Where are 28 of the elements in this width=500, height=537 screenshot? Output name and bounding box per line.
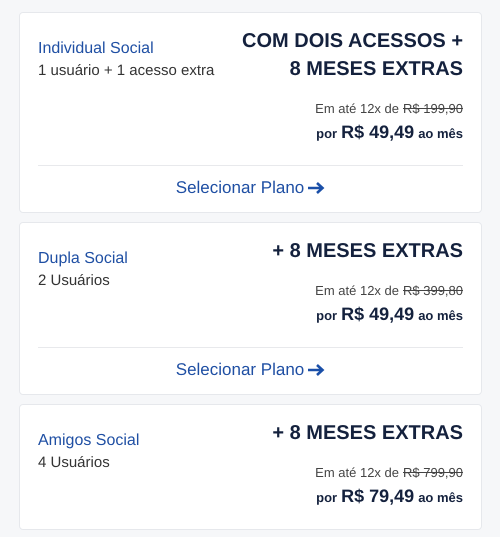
price-suffix: ao mês bbox=[418, 308, 463, 323]
plan-headline: + 8 MESES EXTRAS bbox=[272, 421, 463, 446]
plan-name: Individual Social bbox=[38, 39, 155, 59]
plan-users: 1 usuário + 1 acesso extra bbox=[38, 61, 214, 81]
price-prefix: por bbox=[316, 308, 338, 323]
plan-headline: + 8 MESES EXTRAS bbox=[272, 239, 463, 264]
plan-users: 4 Usuários bbox=[38, 453, 111, 473]
installment-label: Em até 12x de bbox=[315, 101, 399, 116]
plan-name: Amigos Social bbox=[38, 431, 140, 451]
select-plan-button[interactable]: Selecionar Plano bbox=[176, 176, 326, 200]
old-price: R$ 799,90 bbox=[403, 465, 463, 480]
price-prefix: por bbox=[316, 126, 338, 141]
price-suffix: ao mês bbox=[418, 490, 463, 505]
price: R$ 79,49 bbox=[341, 486, 414, 507]
plan-headline: COM DOIS ACESSOS + 8 MESES EXTRAS bbox=[241, 29, 463, 82]
plan-users: 2 Usuários bbox=[38, 271, 111, 291]
old-price: R$ 399,80 bbox=[403, 283, 463, 298]
price-suffix: ao mês bbox=[418, 126, 463, 141]
installment-label: Em até 12x de bbox=[315, 283, 399, 298]
plan-name: Dupla Social bbox=[38, 249, 128, 269]
price: R$ 49,49 bbox=[341, 304, 414, 325]
installment-label: Em até 12x de bbox=[315, 465, 399, 480]
arrow-right-icon bbox=[307, 363, 326, 377]
price-prefix: por bbox=[316, 490, 338, 505]
select-plan-button[interactable]: Selecionar Plano bbox=[176, 358, 326, 382]
old-price: R$ 199,90 bbox=[403, 101, 463, 116]
price: R$ 49,49 bbox=[341, 122, 414, 143]
arrow-right-icon bbox=[307, 181, 326, 195]
